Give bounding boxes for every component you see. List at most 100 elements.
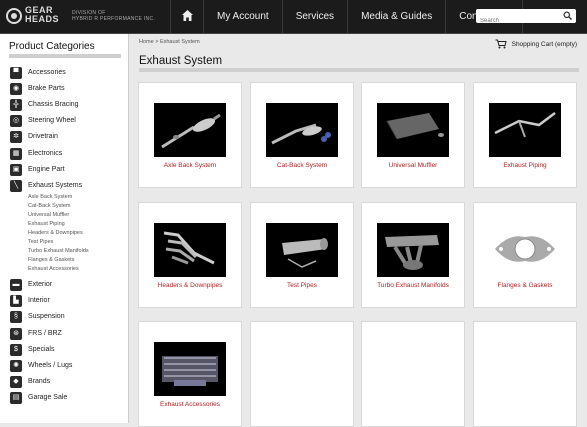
subcategory-flanges-gaskets[interactable]: Flanges & Gaskets <box>28 256 74 264</box>
category-label: Garage Sale <box>28 394 68 401</box>
category-label: Suspension <box>28 313 65 320</box>
category-exhaust-systems[interactable]: ╲ Exhaust Systems <box>10 179 82 192</box>
category-label: Chassis Bracing <box>28 101 79 108</box>
dollar-icon: $ <box>10 343 22 356</box>
category-drivetrain[interactable]: ✲ Drivetrain <box>10 130 58 143</box>
product-label[interactable]: Test Pipes <box>251 282 353 289</box>
category-label: Specials <box>28 346 55 353</box>
nav-home[interactable] <box>170 0 203 33</box>
product-image[interactable] <box>489 103 561 157</box>
gear-logo-icon <box>6 8 22 24</box>
subcategory-universal-muffler[interactable]: Universal Muffler <box>28 211 69 219</box>
empty-tile <box>473 321 577 427</box>
logo-division-line2: HYBRID R PERFORMANCE INC. <box>72 16 156 22</box>
subcategory-test-pipes[interactable]: Test Pipes <box>28 238 53 246</box>
cart-icon <box>495 39 507 49</box>
sidebar-title-divider <box>9 54 121 58</box>
garage-icon: ▤ <box>10 391 22 404</box>
category-garage-sale[interactable]: ▤ Garage Sale <box>10 391 67 404</box>
logo-line2: HEADS <box>25 14 60 24</box>
product-image[interactable] <box>154 103 226 157</box>
subcategory-exhaust-piping[interactable]: Exhaust Piping <box>28 220 65 228</box>
steering-wheel-icon: ◎ <box>10 114 22 127</box>
subcategory-exhaust-accessories[interactable]: Exhaust Accessories <box>28 265 79 273</box>
search-icon[interactable] <box>563 11 572 20</box>
product-tile-cat-back-system[interactable]: Cat-Back System <box>250 82 354 188</box>
product-image[interactable] <box>377 103 449 157</box>
category-label: Drivetrain <box>28 133 58 140</box>
category-suspension[interactable]: § Suspension <box>10 310 65 323</box>
product-tile-exhaust-piping[interactable]: Exhaust Piping <box>473 82 577 188</box>
car-icon: ▬ <box>10 278 22 291</box>
gear-icon: ✲ <box>10 130 22 143</box>
category-exterior[interactable]: ▬ Exterior <box>10 278 52 291</box>
subcategory-headers-downpipes[interactable]: Headers & Downpipes <box>28 229 83 237</box>
category-frs-brz[interactable]: ⊛ FRS / BRZ <box>10 327 62 340</box>
category-label: Brands <box>28 378 51 385</box>
sidebar-title: Product Categories <box>9 41 95 52</box>
category-accessories[interactable]: ▀ Accessories <box>10 66 66 79</box>
search-input[interactable] <box>476 14 560 28</box>
category-engine-part[interactable]: ▣ Engine Part <box>10 163 65 176</box>
category-label: FRS / BRZ <box>28 330 62 337</box>
category-wheels-lugs[interactable]: ✺ Wheels / Lugs <box>10 359 72 372</box>
product-label[interactable]: Cat-Back System <box>251 162 353 169</box>
category-label: Exterior <box>28 281 53 288</box>
category-electronics[interactable]: ▦ Electronics <box>10 147 62 160</box>
nav-services[interactable]: Services <box>281 0 347 33</box>
shirt-icon: ▀ <box>10 66 22 79</box>
chassis-icon: ╬ <box>10 98 22 111</box>
gearheads-logo[interactable]: GEAR HEADS DIVISION OF HYBRID R PERFORMA… <box>6 6 156 28</box>
product-image[interactable] <box>154 342 226 396</box>
product-label[interactable]: Exhaust Accessories <box>139 401 241 408</box>
product-image[interactable] <box>489 223 561 277</box>
shopping-cart-link[interactable]: Shopping Cart (empty) <box>495 39 577 49</box>
electronics-icon: ▦ <box>10 147 22 160</box>
seat-icon: ▙ <box>10 294 22 307</box>
top-navigation-bar: GEAR HEADS DIVISION OF HYBRID R PERFORMA… <box>0 0 587 34</box>
product-label[interactable]: Exhaust Piping <box>474 162 576 169</box>
nav-my-account[interactable]: My Account <box>203 0 282 33</box>
suspension-icon: § <box>10 310 22 323</box>
product-image[interactable] <box>377 223 449 277</box>
category-label: Exhaust Systems <box>28 182 83 189</box>
product-tile-headers-downpipes[interactable]: Headers & Downpipes <box>138 202 242 308</box>
product-label[interactable]: Flanges & Gaskets <box>474 282 576 289</box>
product-label[interactable]: Universal Muffler <box>362 162 464 169</box>
category-specials[interactable]: $ Specials <box>10 343 54 356</box>
product-image[interactable] <box>266 223 338 277</box>
category-brands[interactable]: ◆ Brands <box>10 375 50 388</box>
product-tile-test-pipes[interactable]: Test Pipes <box>250 202 354 308</box>
subcategory-axle-back-system[interactable]: Axle Back System <box>28 193 72 201</box>
product-image[interactable] <box>266 103 338 157</box>
cart-label: Shopping Cart (empty) <box>511 40 577 48</box>
wheel-icon: ✺ <box>10 359 22 372</box>
brake-disc-icon: ◉ <box>10 82 22 95</box>
product-tile-axle-back-system[interactable]: Axle Back System <box>138 82 242 188</box>
product-image[interactable] <box>154 223 226 277</box>
product-label[interactable]: Axle Back System <box>139 162 241 169</box>
product-tile-flanges-gaskets[interactable]: Flanges & Gaskets <box>473 202 577 308</box>
product-label[interactable]: Turbo Exhaust Manifolds <box>362 282 464 289</box>
frs-brz-icon: ⊛ <box>10 327 22 340</box>
nav-media-guides[interactable]: Media & Guides <box>347 0 445 33</box>
product-tile-turbo-exhaust-manifolds[interactable]: Turbo Exhaust Manifolds <box>361 202 465 308</box>
category-interior[interactable]: ▙ Interior <box>10 294 50 307</box>
product-label[interactable]: Headers & Downpipes <box>139 282 241 289</box>
home-icon <box>181 10 193 21</box>
sidebar: Product Categories ▀ Accessories ◉ Brake P… <box>0 34 129 423</box>
product-tile-exhaust-accessories[interactable]: Exhaust Accessories <box>138 321 242 427</box>
category-chassis-bracing[interactable]: ╬ Chassis Bracing <box>10 98 79 111</box>
category-brake-parts[interactable]: ◉ Brake Parts <box>10 82 65 95</box>
breadcrumb[interactable]: Home > Exhaust System <box>139 39 200 45</box>
engine-icon: ▣ <box>10 163 22 176</box>
page-title: Exhaust System <box>139 55 223 67</box>
subcategory-turbo-exhaust-manifolds[interactable]: Turbo Exhaust Manifolds <box>28 247 89 255</box>
subcategory-cat-back-system[interactable]: Cat-Back System <box>28 202 70 210</box>
product-tile-universal-muffler[interactable]: Universal Muffler <box>361 82 465 188</box>
category-label: Engine Part <box>28 166 65 173</box>
main-content: Home > Exhaust System Shopping Cart (emp… <box>130 34 587 427</box>
exhaust-icon: ╲ <box>10 179 22 192</box>
empty-tile <box>250 321 354 427</box>
category-steering-wheel[interactable]: ◎ Steering Wheel <box>10 114 76 127</box>
